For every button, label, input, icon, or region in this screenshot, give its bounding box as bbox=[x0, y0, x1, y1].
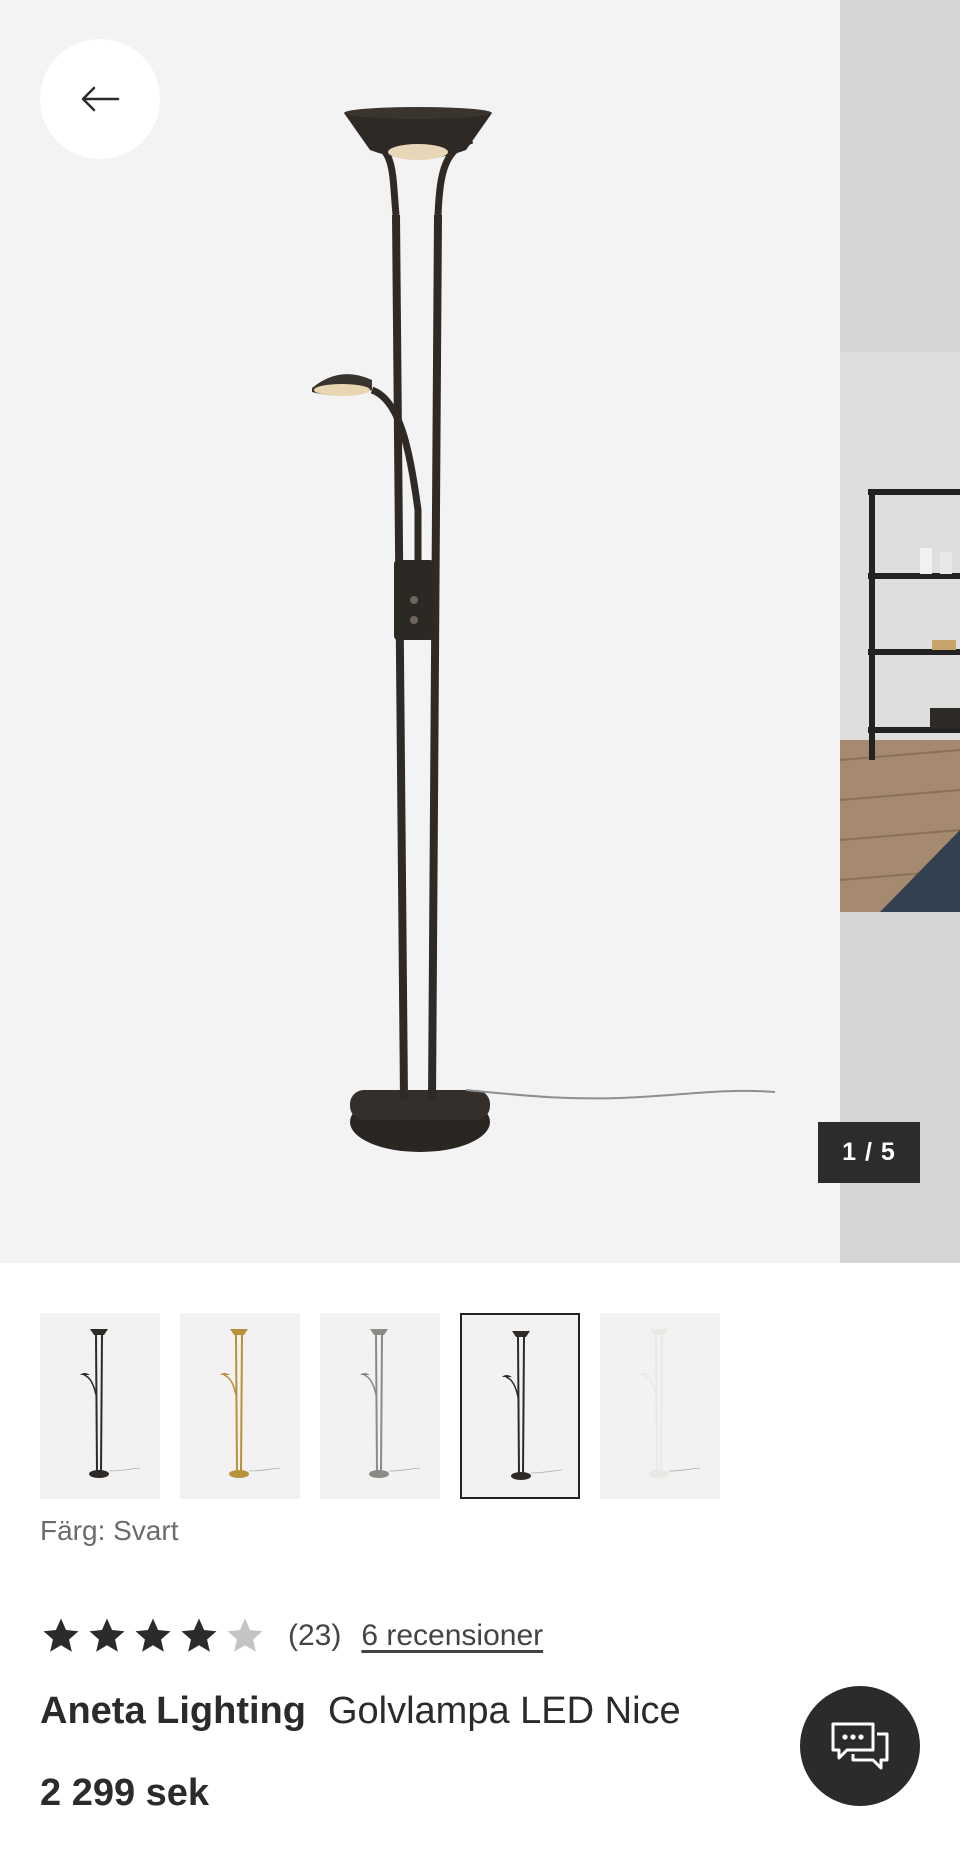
star-filled-icon bbox=[89, 1618, 125, 1652]
star-filled-icon bbox=[135, 1618, 171, 1652]
lamp-thumbnail-image bbox=[640, 1329, 701, 1478]
product-image-gallery[interactable]: 1 / 5 bbox=[0, 0, 960, 1263]
floor-lamp-image bbox=[312, 107, 776, 1152]
brand-name[interactable]: Aneta Lighting bbox=[40, 1690, 306, 1733]
product-title: Aneta Lighting Golvlampa LED Nice bbox=[40, 1690, 681, 1733]
product-name: Golvlampa LED Nice bbox=[327, 1690, 681, 1732]
star-filled-icon bbox=[43, 1618, 79, 1652]
rating-count: (23) bbox=[288, 1619, 342, 1652]
color-label: Färg: Svart bbox=[40, 1515, 179, 1546]
variant-thumbnails bbox=[40, 1313, 720, 1499]
lamp-thumbnail-image bbox=[360, 1329, 421, 1478]
next-product-image[interactable] bbox=[839, 0, 960, 1263]
back-button[interactable] bbox=[40, 39, 160, 159]
star-filled-icon bbox=[181, 1618, 217, 1652]
star-empty-icon bbox=[227, 1618, 263, 1652]
variant-thumbnail[interactable] bbox=[460, 1313, 580, 1499]
lamp-thumbnail-image bbox=[220, 1329, 281, 1478]
lamp-thumbnail-image bbox=[80, 1329, 141, 1478]
product-price: 2 299 sek bbox=[40, 1772, 210, 1814]
room-scene-image bbox=[839, 0, 960, 912]
variant-thumbnail[interactable] bbox=[180, 1313, 300, 1499]
arrow-left-icon bbox=[81, 86, 120, 112]
lamp-thumbnail-image bbox=[502, 1331, 563, 1480]
image-counter: 1 / 5 bbox=[818, 1122, 920, 1183]
star-rating bbox=[40, 1615, 266, 1657]
chat-bubbles-icon bbox=[831, 1722, 889, 1770]
variant-thumbnail[interactable] bbox=[600, 1313, 720, 1499]
variant-thumbnail[interactable] bbox=[320, 1313, 440, 1499]
rating-row: (23) 6 recensioner bbox=[40, 1612, 543, 1660]
chat-button[interactable] bbox=[800, 1686, 920, 1806]
variant-thumbnail[interactable] bbox=[40, 1313, 160, 1499]
reviews-link[interactable]: 6 recensioner bbox=[361, 1619, 543, 1653]
product-main-image[interactable] bbox=[0, 0, 840, 1263]
